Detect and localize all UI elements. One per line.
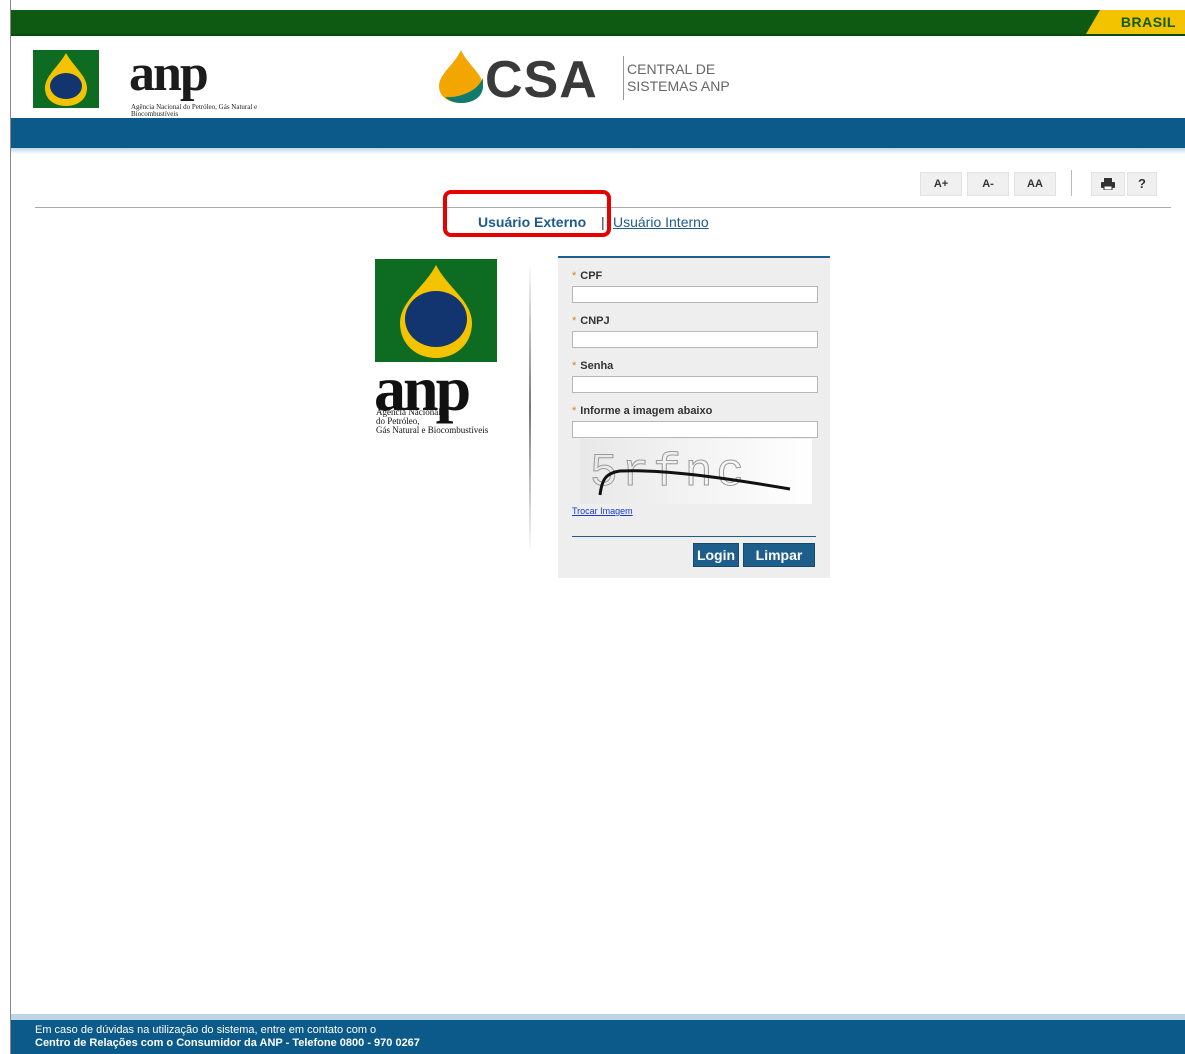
login-button[interactable]: Login bbox=[693, 543, 739, 567]
brasil-link[interactable]: BRASIL bbox=[1086, 10, 1185, 34]
captcha-label: * Informe a imagem abaixo bbox=[572, 405, 712, 417]
anp-logo[interactable]: anp Agência Nacional do Petróleo, Gás Na… bbox=[33, 45, 257, 118]
font-decrease-button[interactable]: A- bbox=[967, 172, 1009, 196]
anp-wordmark: anp bbox=[129, 45, 209, 102]
site-header: anp Agência Nacional do Petróleo, Gás Na… bbox=[11, 36, 1185, 118]
gov-bar: BRASIL bbox=[11, 10, 1185, 36]
csa-drop-icon bbox=[439, 50, 483, 103]
cpf-label: * CPF bbox=[572, 270, 602, 282]
csa-divider bbox=[623, 56, 624, 100]
print-button[interactable] bbox=[1091, 172, 1125, 196]
change-image-link[interactable]: Trocar Imagem bbox=[572, 506, 633, 516]
senha-input[interactable] bbox=[572, 376, 818, 393]
footer-text: Em caso de dúvidas na utilização do sist… bbox=[35, 1024, 420, 1050]
side-subtitle-line3: Gás Natural e Biocombustíveis bbox=[376, 425, 489, 435]
footer-line1: Em caso de dúvidas na utilização do sist… bbox=[35, 1024, 377, 1036]
side-anp-drop-icon bbox=[400, 265, 472, 358]
cpf-input[interactable] bbox=[572, 286, 818, 303]
font-increase-button[interactable]: A+ bbox=[920, 172, 962, 196]
panel-divider bbox=[572, 536, 816, 537]
footer-top-strip bbox=[11, 1014, 1185, 1020]
senha-label: * Senha bbox=[572, 360, 613, 372]
login-panel: * CPF * CNPJ * Senha * Informe a imagem abai… bbox=[558, 256, 830, 578]
required-mark: * bbox=[572, 315, 577, 327]
csa-wordmark: CSA bbox=[485, 51, 598, 109]
side-logo-badge bbox=[375, 259, 497, 362]
tab-usuario-interno[interactable]: Usuário Interno bbox=[613, 214, 709, 230]
csa-subtitle-line2: SISTEMAS ANP bbox=[627, 78, 730, 94]
header-band bbox=[11, 118, 1185, 148]
required-mark: * bbox=[572, 405, 577, 417]
page-frame: BRASIL anp Agência Nacional do Petróleo,… bbox=[10, 0, 1185, 1054]
toolbar-divider bbox=[1071, 170, 1072, 196]
vertical-divider bbox=[529, 262, 531, 554]
captcha-input[interactable] bbox=[572, 421, 818, 438]
highlight-annotation bbox=[443, 190, 611, 237]
csa-subtitle: CENTRAL DE SISTEMAS ANP bbox=[627, 61, 730, 95]
csa-subtitle-line1: CENTRAL DE bbox=[627, 61, 716, 77]
captcha-image: 5rfnc bbox=[580, 439, 812, 504]
cnpj-input[interactable] bbox=[572, 331, 818, 348]
clear-button[interactable]: Limpar bbox=[743, 543, 815, 567]
footer-line2: Centro de Relações com o Consumidor da A… bbox=[35, 1037, 420, 1049]
brasil-label: BRASIL bbox=[1120, 14, 1176, 30]
print-icon bbox=[1101, 178, 1115, 191]
captcha-label-text: Informe a imagem abaixo bbox=[580, 405, 713, 417]
cpf-label-text: CPF bbox=[580, 270, 603, 282]
required-mark: * bbox=[572, 270, 577, 282]
anp-subtitle: Agência Nacional do Petróleo, Gás Natura… bbox=[131, 103, 258, 118]
senha-label-text: Senha bbox=[580, 360, 614, 372]
captcha-noise-line bbox=[598, 469, 791, 496]
cnpj-label: * CNPJ bbox=[572, 315, 610, 327]
anp-drop-icon bbox=[33, 50, 99, 108]
help-button[interactable]: ? bbox=[1127, 172, 1157, 196]
cnpj-label-text: CNPJ bbox=[580, 315, 610, 327]
header-band-shadow bbox=[11, 148, 1185, 154]
required-mark: * bbox=[572, 360, 577, 372]
font-reset-button[interactable]: AA bbox=[1014, 172, 1056, 196]
side-anp-subtitle: Agência Nacional do Petróleo, Gás Natura… bbox=[376, 408, 516, 435]
